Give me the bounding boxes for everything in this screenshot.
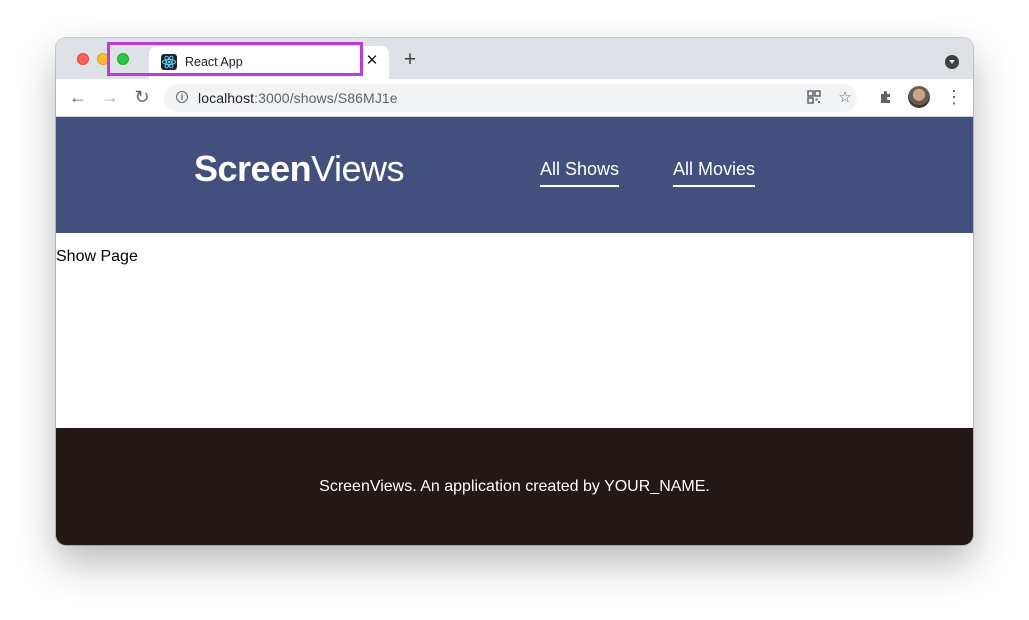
address-bar[interactable]: i localhost:3000/shows/S86MJ1e ☆ [164,84,857,112]
reload-icon[interactable]: ↻ [132,87,152,107]
url-highlight-box [107,42,363,76]
back-arrow-icon[interactable]: ← [68,87,88,107]
browser-toolbar: ← → ↻ i localhost:3000/shows/S86MJ1e ☆ ⋮ [56,79,973,117]
new-tab-button[interactable]: + [400,49,420,71]
url-path: :3000/shows/S86MJ1e [254,90,398,106]
url-text[interactable]: localhost:3000/shows/S86MJ1e [198,90,398,106]
close-window-button[interactable] [77,53,89,65]
footer-text: ScreenViews. An application created by Y… [319,478,710,495]
tab-search-icon[interactable] [945,55,959,69]
bookmark-star-icon[interactable]: ☆ [837,90,853,106]
site-footer: ScreenViews. An application created by Y… [56,428,973,545]
menu-kebab-icon[interactable]: ⋮ [945,87,963,107]
qr-code-icon[interactable] [806,90,822,106]
forward-arrow-icon[interactable]: → [100,87,120,107]
browser-window: React App ✕ + ← → ↻ i localhost:3000/sho… [56,38,973,545]
page-viewport: ScreenViews All Shows All Movies Show Pa… [56,117,973,545]
logo-light: Views [311,148,404,189]
site-logo[interactable]: ScreenViews [194,148,404,190]
logo-bold: Screen [194,148,312,189]
nav-all-shows[interactable]: All Shows [540,159,620,187]
site-info-icon[interactable]: i [176,91,188,103]
extensions-puzzle-icon[interactable] [878,89,894,105]
page-content-text: Show Page [56,248,138,265]
nav-all-movies[interactable]: All Movies [673,159,756,187]
profile-avatar[interactable] [908,86,930,108]
url-host: localhost [198,90,255,106]
close-tab-icon[interactable]: ✕ [363,52,381,70]
site-header: ScreenViews All Shows All Movies [56,117,973,233]
